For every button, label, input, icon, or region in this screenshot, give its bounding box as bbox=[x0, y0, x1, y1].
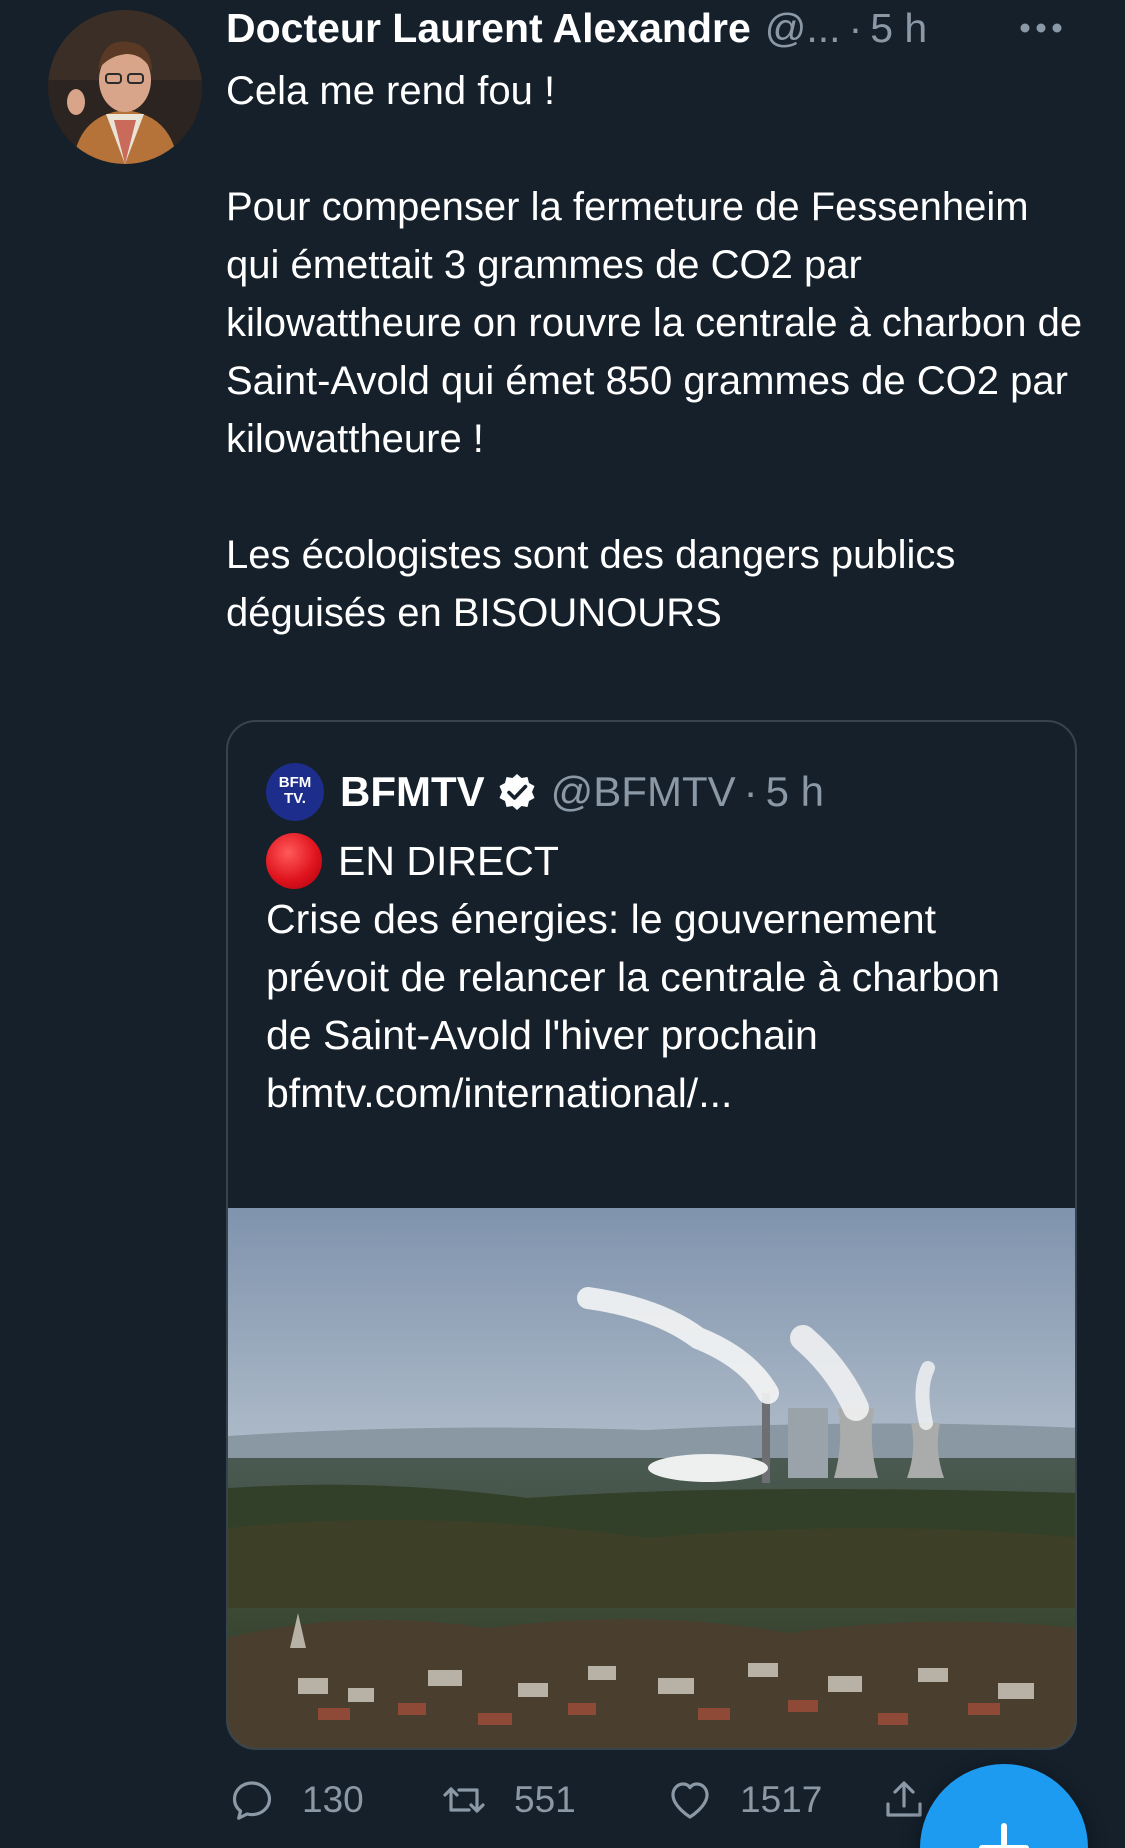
author-avatar[interactable] bbox=[48, 10, 202, 164]
tweet-header: Docteur Laurent Alexandre @... · 5 h bbox=[226, 2, 1086, 54]
tweet[interactable]: Docteur Laurent Alexandre @... · 5 h Cel… bbox=[0, 0, 1125, 1848]
separator-dot: · bbox=[848, 4, 863, 51]
bfmtv-logo-text: BFM TV. bbox=[266, 775, 324, 807]
retweet-count: 551 bbox=[514, 1779, 576, 1820]
verified-badge-icon bbox=[499, 774, 535, 810]
tweet-text-paragraph3: Les écologistes sont des dangers publics… bbox=[226, 533, 956, 635]
plus-icon bbox=[979, 1823, 1029, 1848]
power-plant-photo[interactable] bbox=[228, 1208, 1075, 1748]
bfmtv-logo-avatar[interactable]: BFM TV. bbox=[266, 763, 324, 821]
tweet-text-line1: Cela me rend fou ! bbox=[226, 69, 556, 113]
tweet-text: Cela me rend fou ! Pour compenser la fer… bbox=[226, 62, 1086, 642]
retweet-icon bbox=[443, 1787, 485, 1813]
tweet-text-paragraph2: Pour compenser la fermeture de Fessenhei… bbox=[226, 185, 1083, 461]
reply-count: 130 bbox=[302, 1779, 364, 1820]
red-circle-icon bbox=[266, 833, 322, 889]
like-button[interactable]: 1517 bbox=[666, 1772, 822, 1828]
quoted-tweet-text: EN DIRECT Crise des énergies: le gouvern… bbox=[266, 832, 1056, 1122]
reply-button[interactable]: 130 bbox=[228, 1772, 364, 1828]
logo-line1: BFM bbox=[278, 774, 312, 791]
quoted-separator-dot: · bbox=[743, 768, 758, 815]
more-horizontal-icon bbox=[1020, 23, 1062, 33]
logo-line2: TV. bbox=[284, 790, 306, 807]
more-options-button[interactable] bbox=[1013, 4, 1069, 52]
live-label: EN DIRECT bbox=[338, 838, 559, 884]
author-handle[interactable]: @... bbox=[765, 5, 841, 52]
like-count: 1517 bbox=[740, 1779, 823, 1820]
author-name[interactable]: Docteur Laurent Alexandre bbox=[226, 5, 751, 52]
quoted-timestamp[interactable]: 5 h bbox=[766, 768, 824, 816]
quoted-author-name[interactable]: BFMTV bbox=[340, 768, 485, 816]
heart-icon bbox=[671, 1782, 709, 1819]
tweet-timestamp[interactable]: 5 h bbox=[870, 5, 927, 52]
quoted-author-handle[interactable]: @BFMTV bbox=[551, 768, 736, 816]
quoted-tweet-header: BFM TV. BFMTV @BFMTV · 5 h bbox=[266, 760, 824, 824]
reply-icon bbox=[232, 1781, 272, 1820]
retweet-button[interactable]: 551 bbox=[440, 1772, 576, 1828]
quoted-tweet-card[interactable]: BFM TV. BFMTV @BFMTV · 5 h EN DIRECT Cris… bbox=[226, 720, 1077, 1750]
quoted-body-text: Crise des énergies: le gouvernement prév… bbox=[266, 896, 1000, 1058]
quoted-link[interactable]: bfmtv.com/international/... bbox=[266, 1064, 1056, 1122]
share-icon bbox=[886, 1781, 922, 1817]
